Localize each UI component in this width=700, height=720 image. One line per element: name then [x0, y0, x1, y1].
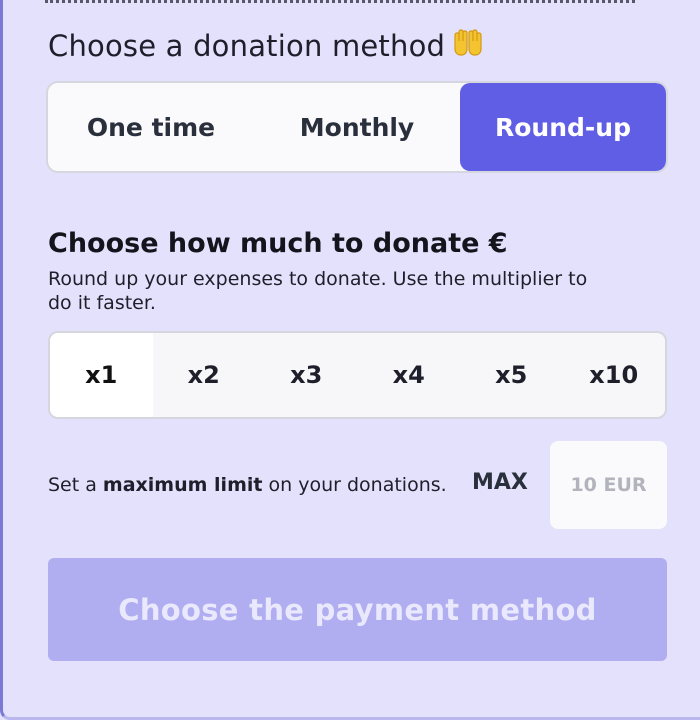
limit-text-bold: maximum limit	[102, 474, 263, 496]
multiplier-selector: x1 x2 x3 x4 x5 x10	[48, 331, 667, 419]
max-label: MAX	[472, 470, 528, 495]
maximum-limit-text: Set a maximum limit on your donations.	[48, 474, 447, 496]
raised-hands-icon	[451, 28, 485, 58]
multiplier-x4[interactable]: x4	[358, 333, 461, 417]
donation-method-toggle: One time Monthly Round-up	[46, 81, 668, 173]
donation-amount-description: Round up your expenses to donate. Use th…	[48, 268, 588, 314]
multiplier-x2[interactable]: x2	[153, 333, 256, 417]
method-option-one-time[interactable]: One time	[48, 83, 254, 171]
choose-payment-method-button[interactable]: Choose the payment method	[48, 558, 667, 661]
donation-method-title: Choose a donation method	[48, 29, 446, 63]
limit-text-after: on your donations.	[262, 474, 447, 496]
method-option-round-up[interactable]: Round-up	[460, 83, 666, 171]
max-limit-input[interactable]	[550, 441, 667, 529]
donation-amount-heading: Choose how much to donate €	[48, 228, 508, 259]
top-edge-divider	[45, 0, 635, 7]
multiplier-x1[interactable]: x1	[50, 333, 153, 417]
multiplier-x5[interactable]: x5	[460, 333, 563, 417]
donation-method-heading: Choose a donation method	[48, 28, 485, 63]
multiplier-x3[interactable]: x3	[255, 333, 358, 417]
limit-text-before: Set a	[48, 474, 103, 496]
donation-panel: Choose a donation method One time Monthl…	[0, 0, 700, 720]
multiplier-x10[interactable]: x10	[563, 333, 666, 417]
method-option-monthly[interactable]: Monthly	[254, 83, 460, 171]
